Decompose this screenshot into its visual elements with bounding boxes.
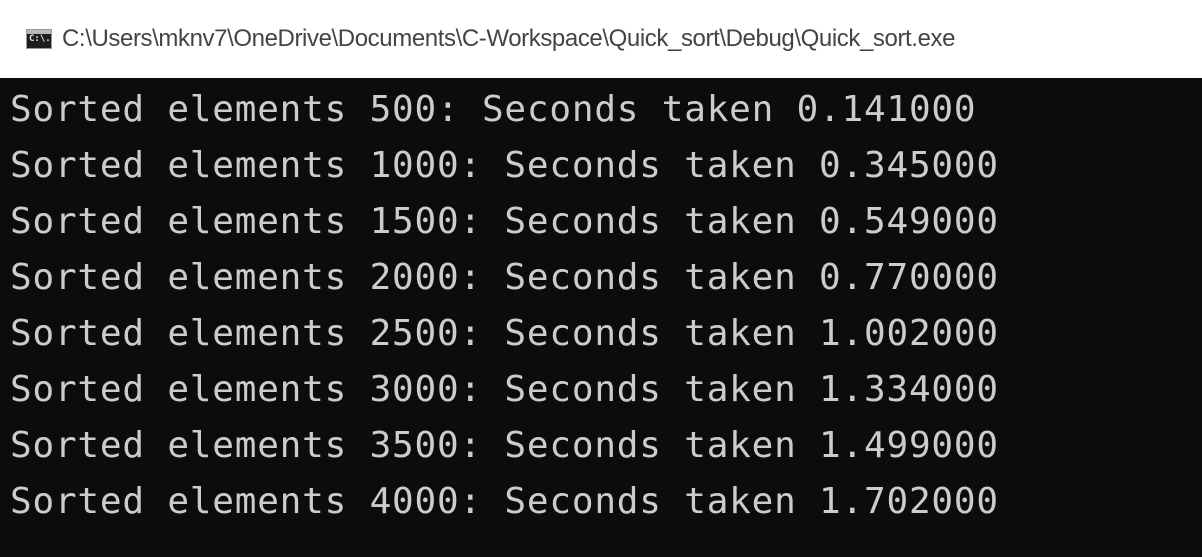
- title-bar[interactable]: C:\. C:\Users\mknv7\OneDrive\Documents\C…: [0, 0, 1202, 78]
- console-line: Sorted elements 3000: Seconds taken 1.33…: [10, 369, 999, 410]
- window-title: C:\Users\mknv7\OneDrive\Documents\C-Work…: [62, 25, 956, 52]
- console-line: Sorted elements 500: Seconds taken 0.141…: [10, 89, 977, 130]
- console-line: Sorted elements 1000: Seconds taken 0.34…: [10, 145, 999, 186]
- console-line: Sorted elements 3500: Seconds taken 1.49…: [10, 425, 999, 466]
- console-app-icon-text: C:\.: [29, 34, 51, 44]
- console-line: Sorted elements 2000: Seconds taken 0.77…: [10, 257, 999, 298]
- console-app-icon[interactable]: C:\.: [26, 29, 52, 49]
- console-output[interactable]: Sorted elements 500: Seconds taken 0.141…: [0, 78, 1202, 557]
- console-window: C:\. C:\Users\mknv7\OneDrive\Documents\C…: [0, 0, 1202, 557]
- console-line: Sorted elements 2500: Seconds taken 1.00…: [10, 313, 999, 354]
- console-line: Sorted elements 1500: Seconds taken 0.54…: [10, 201, 999, 242]
- console-line: Sorted elements 4000: Seconds taken 1.70…: [10, 481, 999, 522]
